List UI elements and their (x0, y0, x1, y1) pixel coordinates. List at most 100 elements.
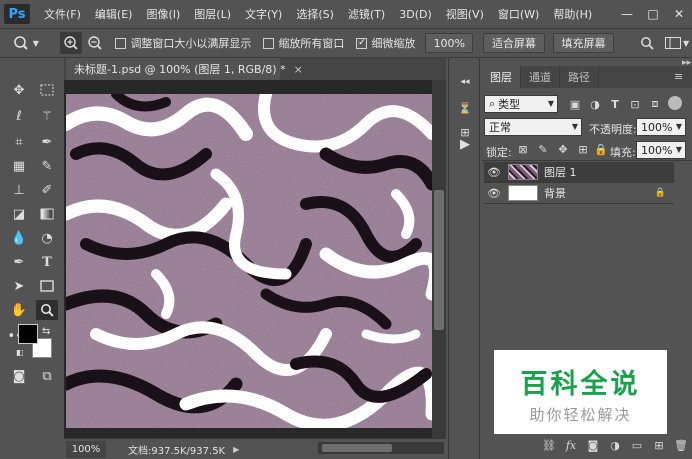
delete-layer-icon[interactable]: 🗑 (670, 436, 692, 454)
tab-channels[interactable]: 通道 (521, 66, 560, 88)
lasso-tool[interactable]: ℓ (8, 106, 30, 126)
hand-tool[interactable]: ✋ (8, 300, 30, 320)
search-button[interactable] (636, 32, 658, 54)
menu-edit[interactable]: 编辑(E) (95, 6, 133, 22)
tab-paths[interactable]: 路径 (560, 66, 599, 88)
filter-toggle[interactable] (668, 96, 682, 110)
layer-row-background[interactable]: 👁 背景 🔒 (484, 183, 674, 204)
layer-style-icon[interactable]: fx (560, 436, 582, 454)
blur-icon: 💧 (10, 230, 28, 246)
menu-type[interactable]: 文字(Y) (245, 6, 282, 22)
document-size-info[interactable]: 文档:937.5K/937.5K (128, 442, 225, 457)
screen-mode-button[interactable]: ⧉ (36, 366, 58, 386)
history-icon: ⏳ (458, 101, 472, 115)
menu-3d[interactable]: 3D(D) (399, 8, 432, 21)
menu-view[interactable]: 视图(V) (446, 6, 484, 22)
lock-artboard-icon[interactable]: ⊞ (576, 142, 590, 156)
new-group-icon[interactable]: ▭ (626, 436, 648, 454)
menu-image[interactable]: 图像(I) (146, 6, 180, 22)
filter-type-icon[interactable]: T (608, 97, 622, 111)
resize-windows-checkbox[interactable] (115, 37, 127, 49)
type-tool[interactable]: T (36, 252, 58, 272)
crop-tool[interactable]: ⌗ (8, 132, 30, 152)
zoom-all-checkbox[interactable] (263, 37, 275, 49)
properties-panel-button[interactable]: ▶ (455, 134, 475, 154)
close-tab-icon[interactable]: × (294, 63, 303, 76)
fill-field[interactable]: 100% ▼ (636, 141, 686, 159)
opacity-value: 100% (641, 120, 673, 134)
rectangle-tool[interactable] (36, 276, 58, 296)
filter-shape-icon[interactable]: ⊡ (628, 97, 642, 111)
new-layer-icon[interactable]: ⊞ (648, 436, 670, 454)
move-tool[interactable]: ✥ (8, 80, 30, 100)
lock-pixels-icon[interactable]: ✎ (536, 142, 550, 156)
visibility-eye-icon[interactable]: 👁 (484, 166, 504, 179)
magic-wand-tool[interactable]: ⚚ (36, 106, 58, 126)
menu-window[interactable]: 窗口(W) (498, 6, 539, 22)
clone-stamp-tool[interactable]: ⊥ (8, 180, 30, 200)
marquee-tool[interactable] (36, 80, 58, 100)
scrubby-zoom-option[interactable]: ✓ 细微缩放 (356, 35, 415, 51)
path-selection-tool[interactable]: ➤ (8, 276, 30, 296)
link-layers-icon[interactable]: ⛓ (538, 436, 560, 454)
history-brush-tool[interactable]: ✐ (36, 180, 58, 200)
layer-row-layer1[interactable]: 👁 图层 1 (484, 162, 674, 183)
opacity-field[interactable]: 100% ▼ (636, 118, 686, 136)
menu-layer[interactable]: 图层(L) (194, 6, 231, 22)
default-colors-icon[interactable]: ◧ (16, 348, 26, 358)
blur-tool[interactable]: 💧 (8, 228, 30, 248)
healing-brush-tool[interactable]: ▦ (8, 156, 30, 176)
lock-all-icon[interactable]: 🔒 (594, 142, 608, 156)
zoom-100-button[interactable]: 100% (425, 33, 474, 53)
history-panel-button[interactable]: ⏳ (455, 98, 475, 118)
blend-mode-dropdown[interactable]: 正常 ▼ (484, 118, 582, 136)
zoom-tool[interactable] (36, 300, 58, 320)
tab-layers[interactable]: 图层 (482, 66, 521, 88)
foreground-color-swatch[interactable] (18, 324, 38, 344)
lock-position-icon[interactable]: ✥ (556, 142, 570, 156)
resize-windows-option[interactable]: 调整窗口大小以满屏显示 (115, 35, 251, 51)
layer-filter-dropdown[interactable]: ⌕ 类型 ▼ (484, 95, 558, 113)
pen-tool[interactable]: ✒ (8, 252, 30, 272)
menu-file[interactable]: 文件(F) (44, 6, 81, 22)
minimize-button[interactable]: — (614, 0, 640, 28)
zoom-in-button[interactable] (59, 32, 82, 54)
layer-filter-value: 类型 (498, 98, 521, 111)
adjustment-layer-icon[interactable]: ◑ (604, 436, 626, 454)
tool-preset-picker[interactable]: ▼ (4, 32, 48, 54)
image-canvas[interactable] (66, 94, 432, 428)
chevron-down-icon: ▼ (32, 38, 39, 48)
filter-smart-object-icon[interactable]: ⧈ (648, 97, 662, 111)
gradient-tool[interactable] (36, 204, 58, 224)
panel-menu-icon[interactable]: ≡ (674, 70, 683, 83)
document-tab[interactable]: 未标题-1.psd @ 100% (图层 1, RGB/8) * × (66, 58, 303, 80)
menu-filter[interactable]: 滤镜(T) (348, 6, 385, 22)
maximize-button[interactable]: □ (640, 0, 666, 28)
eraser-tool[interactable]: ◪ (8, 204, 30, 224)
fill-screen-button[interactable]: 填充屏幕 (552, 33, 615, 53)
status-menu-arrow-icon[interactable]: ▶ (233, 445, 239, 454)
scrubby-zoom-checkbox[interactable]: ✓ (356, 37, 368, 49)
filter-pixel-icon[interactable]: ▣ (568, 97, 582, 111)
chevron-down-icon: ▼ (675, 145, 682, 154)
visibility-eye-icon[interactable]: 👁 (484, 187, 504, 200)
quick-mask-button[interactable]: ◙ (8, 366, 30, 386)
filter-adjustment-icon[interactable]: ◑ (588, 97, 602, 111)
eyedropper-tool[interactable]: ✒ (36, 132, 58, 152)
collapse-panels-icon[interactable]: ◂◂ (455, 72, 475, 92)
dodge-tool[interactable]: ◔ (36, 228, 58, 248)
zoom-all-option[interactable]: 缩放所有窗口 (263, 35, 344, 51)
fit-screen-button[interactable]: 适合屏幕 (483, 33, 545, 53)
menu-help[interactable]: 帮助(H) (553, 6, 592, 22)
workspace-switcher[interactable]: ▼ (662, 32, 692, 54)
zoom-level-field[interactable]: 100% (66, 440, 106, 458)
menu-select[interactable]: 选择(S) (296, 6, 334, 22)
lock-transparent-icon[interactable]: ⊠ (516, 142, 530, 156)
add-mask-icon[interactable]: ◙ (582, 436, 604, 454)
zoom-out-button[interactable] (84, 32, 106, 54)
brush-tool[interactable]: ✎ (36, 156, 58, 176)
vertical-scroll-thumb[interactable] (434, 190, 444, 330)
watermark-logo: 百科全说 助你轻松解决 (494, 350, 667, 434)
close-button[interactable]: ✕ (666, 0, 692, 28)
horizontal-scroll-thumb[interactable] (322, 444, 392, 452)
